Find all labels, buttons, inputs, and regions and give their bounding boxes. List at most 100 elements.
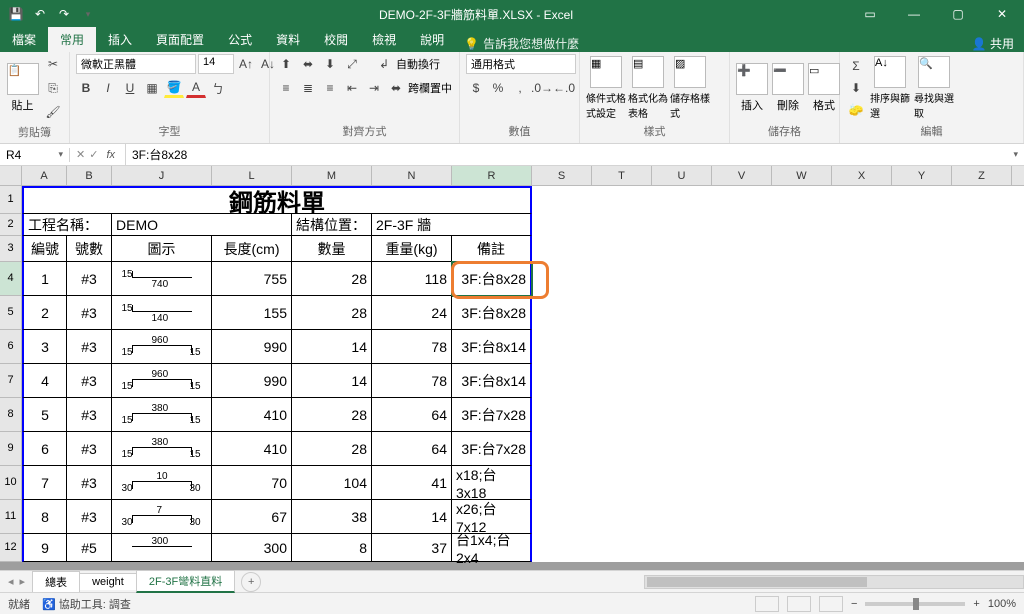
sheet-tab[interactable]: 2F-3F彎料直料 xyxy=(136,570,235,593)
worksheet-grid[interactable]: A B J L M N R S T U V W X Y Z 1鋼筋料單2工程名稱… xyxy=(0,166,1024,570)
cell[interactable]: 14 xyxy=(372,500,452,534)
cell[interactable]: 37 xyxy=(372,534,452,562)
align-right-icon[interactable]: ≡ xyxy=(320,78,340,98)
row-header[interactable]: 6 xyxy=(0,330,22,364)
sheet-nav-first-icon[interactable]: ◂ xyxy=(8,575,14,588)
format-painter-icon[interactable]: 🖌 xyxy=(43,102,63,122)
cell[interactable]: 78 xyxy=(372,364,452,398)
increase-decimal-icon[interactable]: .0→ xyxy=(532,78,552,98)
cell-styles-button[interactable]: ▨儲存格樣式 xyxy=(670,56,710,120)
cell[interactable]: #3 xyxy=(67,398,112,432)
cell[interactable]: 28 xyxy=(292,296,372,330)
tab-insert[interactable]: 插入 xyxy=(96,27,144,52)
cell[interactable]: 台1x4;台2x4 xyxy=(452,534,532,562)
row-header[interactable]: 8 xyxy=(0,398,22,432)
new-sheet-button[interactable]: + xyxy=(241,572,261,592)
cell[interactable]: #3 xyxy=(67,364,112,398)
cell[interactable]: 118 xyxy=(372,262,452,296)
cell[interactable]: #3 xyxy=(67,466,112,500)
row-header[interactable]: 2 xyxy=(0,214,22,236)
col-header[interactable]: T xyxy=(592,166,652,185)
cell[interactable]: 38 xyxy=(292,500,372,534)
align-top-icon[interactable]: ⬆ xyxy=(276,54,296,74)
cell[interactable]: 1 xyxy=(22,262,67,296)
tab-data[interactable]: 資料 xyxy=(264,27,312,52)
insert-cells-button[interactable]: ➕插入 xyxy=(736,63,768,113)
fx-icon[interactable]: fx xyxy=(102,149,119,161)
cell[interactable]: 3F:台8x14 xyxy=(452,330,532,364)
cell[interactable]: 4 xyxy=(22,364,67,398)
font-color-icon[interactable]: A xyxy=(186,78,206,98)
zoom-out-icon[interactable]: − xyxy=(851,598,857,610)
row-header[interactable]: 12 xyxy=(0,534,22,562)
cell[interactable]: 990 xyxy=(212,364,292,398)
currency-icon[interactable]: $ xyxy=(466,78,486,98)
cell[interactable]: 工程名稱： xyxy=(22,214,112,236)
font-size-select[interactable]: 14 xyxy=(198,54,234,74)
cell[interactable]: 155 xyxy=(212,296,292,330)
row-header[interactable]: 9 xyxy=(0,432,22,466)
cancel-formula-icon[interactable]: ✕ xyxy=(76,148,85,161)
orientation-icon[interactable]: ⤢ xyxy=(342,54,362,74)
cell[interactable]: 28 xyxy=(292,432,372,466)
col-header[interactable]: L xyxy=(212,166,292,185)
cell[interactable]: 15740 xyxy=(112,262,212,296)
zoom-level[interactable]: 100% xyxy=(988,598,1016,610)
col-header[interactable]: M xyxy=(292,166,372,185)
cell[interactable]: 28 xyxy=(292,398,372,432)
cell[interactable]: #3 xyxy=(67,262,112,296)
tell-me[interactable]: 💡 告訴我您想做什麼 xyxy=(464,35,579,52)
tab-review[interactable]: 校閱 xyxy=(312,27,360,52)
merge-icon[interactable]: ⬌ xyxy=(386,78,406,98)
close-icon[interactable]: ✕ xyxy=(980,0,1024,28)
cell[interactable]: 重量(kg) xyxy=(372,236,452,262)
cell[interactable]: 6 xyxy=(22,432,67,466)
indent-inc-icon[interactable]: ⇥ xyxy=(364,78,384,98)
col-header[interactable]: N xyxy=(372,166,452,185)
cell[interactable]: 長度(cm) xyxy=(212,236,292,262)
cell[interactable]: 結構位置： xyxy=(292,214,372,236)
copy-icon[interactable]: ⎘ xyxy=(43,78,63,98)
cell[interactable]: 410 xyxy=(212,432,292,466)
cell[interactable]: 41 xyxy=(372,466,452,500)
cell[interactable]: #3 xyxy=(67,330,112,364)
cell[interactable]: 990 xyxy=(212,330,292,364)
cell[interactable]: 64 xyxy=(372,398,452,432)
align-bottom-icon[interactable]: ⬇ xyxy=(320,54,340,74)
cell[interactable]: 編號 xyxy=(22,236,67,262)
sheet-tab[interactable]: weight xyxy=(79,573,137,590)
cell[interactable]: 15140 xyxy=(112,296,212,330)
col-header[interactable]: U xyxy=(652,166,712,185)
expand-formula-icon[interactable]: ▾ xyxy=(1013,149,1024,160)
cell[interactable]: 3 xyxy=(22,330,67,364)
cell[interactable]: 3F:台7x28 xyxy=(452,398,532,432)
cell[interactable]: 1596015 xyxy=(112,364,212,398)
cell[interactable]: 24 xyxy=(372,296,452,330)
cell[interactable]: 8 xyxy=(292,534,372,562)
col-header[interactable]: X xyxy=(832,166,892,185)
tab-layout[interactable]: 頁面配置 xyxy=(144,27,216,52)
comma-icon[interactable]: , xyxy=(510,78,530,98)
share-button[interactable]: 👤 共用 xyxy=(972,35,1024,52)
cell[interactable]: 8 xyxy=(22,500,67,534)
align-middle-icon[interactable]: ⬌ xyxy=(298,54,318,74)
border-icon[interactable]: ▦ xyxy=(142,78,162,98)
cell[interactable]: #3 xyxy=(67,296,112,330)
merge-label[interactable]: 跨欄置中 xyxy=(408,80,452,96)
cell[interactable]: 圖示 xyxy=(112,236,212,262)
row-header[interactable]: 5 xyxy=(0,296,22,330)
cell[interactable]: 1538015 xyxy=(112,432,212,466)
font-name-select[interactable]: 微軟正黑體 xyxy=(76,54,196,74)
name-box[interactable]: R4▾ xyxy=(0,148,70,162)
autosum-icon[interactable]: Σ xyxy=(846,56,866,76)
col-header[interactable]: A xyxy=(22,166,67,185)
row-header[interactable]: 1 xyxy=(0,186,22,214)
ribbon-display-icon[interactable]: ▭ xyxy=(848,0,892,28)
cell[interactable]: 301030 xyxy=(112,466,212,500)
wrap-text-icon[interactable]: ↲ xyxy=(374,54,394,74)
clear-icon[interactable]: 🧽 xyxy=(846,100,866,120)
cell[interactable]: 號數 xyxy=(67,236,112,262)
cell[interactable]: 3F:台7x28 xyxy=(452,432,532,466)
cell[interactable]: 1596015 xyxy=(112,330,212,364)
tab-file[interactable]: 檔案 xyxy=(0,27,48,52)
